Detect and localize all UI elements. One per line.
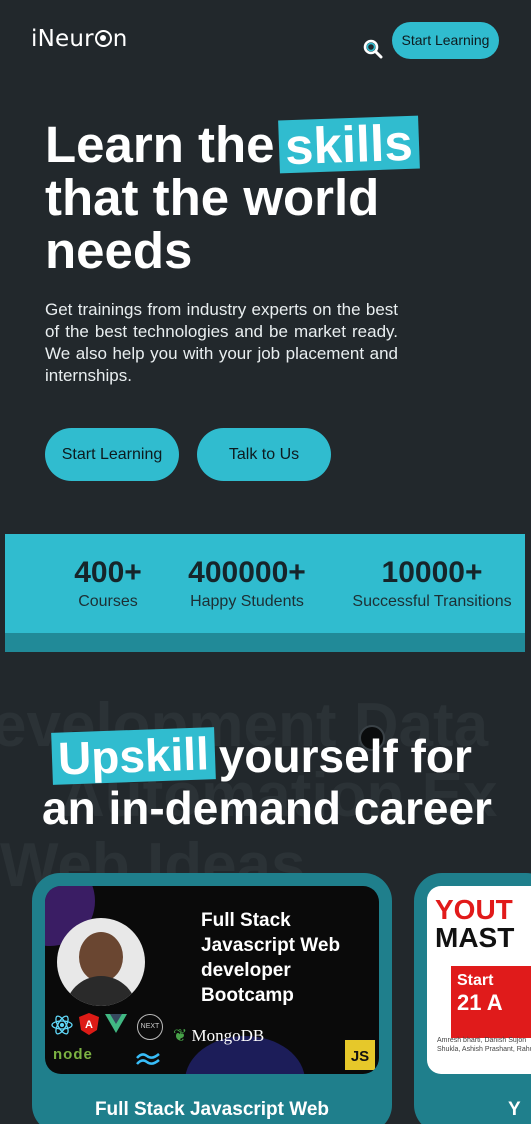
- stat-courses: 400+ Courses: [63, 556, 153, 613]
- javascript-badge: JS: [345, 1040, 375, 1070]
- stats-bottom-bar: [5, 633, 525, 652]
- nodejs-logo: node: [53, 1046, 93, 1063]
- hero-title-part1: Learn the: [45, 116, 275, 173]
- upskill-highlight: Upskill: [51, 727, 216, 785]
- mongodb-logo: ❦ MongoDB: [173, 1026, 265, 1045]
- angular-icon: A: [79, 1013, 99, 1035]
- stat-happy-students: 400000+ Happy Students: [177, 556, 317, 613]
- site-header: iNeur n Start Learning: [0, 0, 531, 90]
- hero-title-highlight: skills: [277, 114, 420, 175]
- hero-description: Get trainings from industry experts on t…: [45, 300, 398, 385]
- react-icon: [51, 1015, 73, 1035]
- course-title[interactable]: Y: [508, 1099, 521, 1121]
- course-thumbnail[interactable]: Full Stack Javascript Web developer Boot…: [45, 886, 379, 1074]
- nextjs-icon: NEXT: [137, 1014, 163, 1040]
- stat-label: Courses: [78, 593, 138, 610]
- course-thumbnail[interactable]: YOUT MAST Start 21 A Amresh bharti, Dani…: [427, 886, 531, 1074]
- hero-title-part2: that the world needs: [45, 169, 380, 279]
- upskill-line2: an in-demand career: [42, 782, 492, 834]
- course-thumbnail-title: MAST: [435, 922, 515, 953]
- ineuron-logo[interactable]: iNeur n: [31, 26, 128, 52]
- upskill-line1: yourself for: [218, 730, 472, 782]
- stat-label: Happy Students: [190, 593, 304, 610]
- search-icon[interactable]: [362, 38, 384, 60]
- course-card[interactable]: YOUT MAST Start 21 A Amresh bharti, Dani…: [414, 873, 531, 1124]
- stat-label: Successful Transitions: [352, 593, 512, 610]
- badge-line: 21 A: [457, 990, 503, 1015]
- badge-line: Start: [457, 972, 494, 989]
- stat-successful-transitions: 10000+ Successful Transitions: [345, 556, 519, 613]
- start-learning-button[interactable]: Start Learning: [45, 428, 179, 481]
- hero-title: Learn the skills that the world needs: [45, 114, 505, 279]
- faculty-names: Amresh bharti, Danish Sujon Shukla, Ashi…: [437, 1037, 531, 1053]
- course-card[interactable]: Full Stack Javascript Web developer Boot…: [32, 873, 392, 1124]
- upskill-heading: Upskill yourself for an in-demand career: [42, 727, 522, 834]
- header-start-learning-button[interactable]: Start Learning: [392, 22, 499, 59]
- stat-value: 400000+: [188, 556, 306, 589]
- logo-o-icon: [94, 30, 112, 47]
- stat-value: 10000+: [381, 556, 483, 589]
- course-title[interactable]: Full Stack Javascript Web: [32, 1099, 392, 1121]
- instructor-photo: [57, 918, 145, 1006]
- talk-to-us-button[interactable]: Talk to Us: [197, 428, 331, 481]
- tailwind-icon: [136, 1053, 160, 1065]
- stats-banner: 400+ Courses 400000+ Happy Students 1000…: [5, 534, 525, 652]
- course-start-badge: Start 21 A: [451, 966, 531, 1038]
- course-thumbnail-title: Full Stack Javascript Web developer Boot…: [201, 910, 341, 1006]
- vue-icon: [105, 1014, 127, 1033]
- stat-value: 400+: [74, 556, 142, 589]
- course-thumbnail-title: YOUT: [435, 894, 513, 925]
- svg-text:A: A: [85, 1019, 93, 1031]
